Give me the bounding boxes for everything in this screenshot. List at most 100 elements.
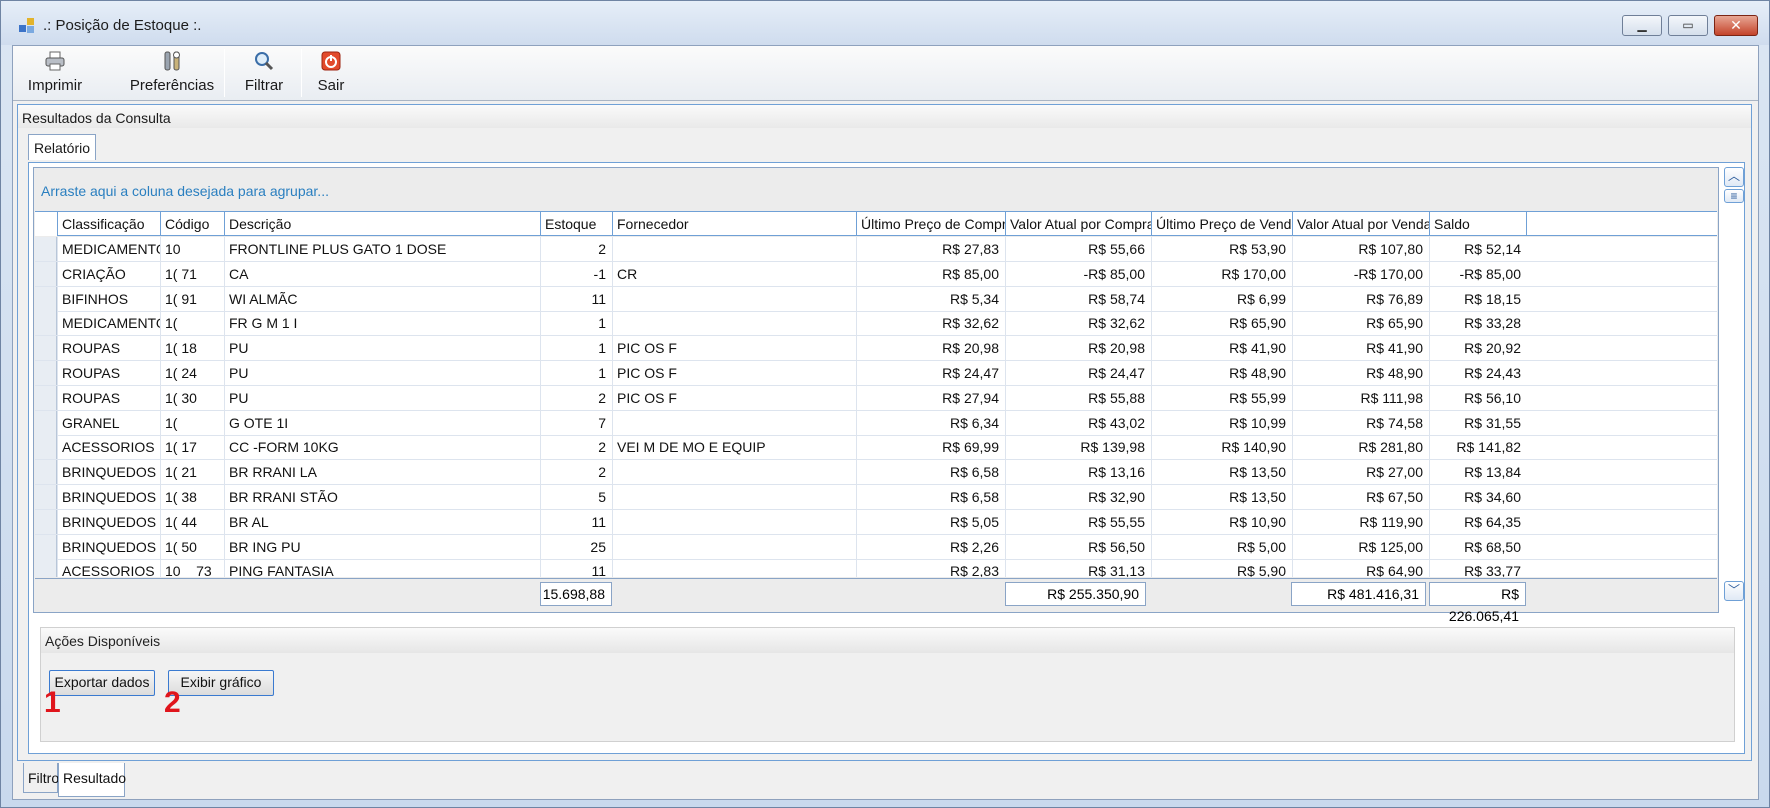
cell-valor-atual-compra[interactable]: R$ 20,98	[1005, 336, 1151, 361]
cell-valor-atual-compra[interactable]: R$ 55,55	[1005, 509, 1151, 534]
filter-button[interactable]: Filtrar	[239, 46, 289, 101]
scroll-down-button[interactable]: ﹀	[1724, 581, 1744, 601]
table-row[interactable]: BRINQUEDOS 1( 21 BR RRANI LA 2 R$ 6,58 R$ 13,…	[35, 460, 1717, 486]
cell-valor-atual-venda[interactable]: R$ 74,58	[1292, 410, 1429, 435]
header-ultimo-preco-venda[interactable]: Último Preço de Venda	[1151, 212, 1292, 236]
table-row[interactable]: BRINQUEDOS 1( 38 BR RRANI STÃO 5 R$ 6,58 R$ 3…	[35, 485, 1717, 510]
print-button[interactable]: Imprimir	[23, 46, 87, 101]
cell-ultimo-preco-venda[interactable]: R$ 6,99	[1151, 286, 1292, 311]
header-saldo[interactable]: Saldo	[1429, 212, 1527, 236]
table-row[interactable]: MEDICAMENTOS10FRONTLINE PLUS GATO 1 DOSE…	[35, 237, 1717, 262]
cell-ultimo-preco-venda[interactable]: R$ 140,90	[1151, 435, 1292, 460]
cell-codigo[interactable]: 1( 30	[160, 385, 224, 410]
cell-valor-atual-venda[interactable]: R$ 125,00	[1292, 534, 1429, 559]
header-fornecedor[interactable]: Fornecedor	[612, 212, 856, 236]
cell-ultimo-preco-compra[interactable]: R$ 20,98	[856, 336, 1005, 361]
cell-descricao[interactable]: PU	[224, 361, 540, 385]
exit-button[interactable]: Sair	[311, 46, 351, 101]
cell-fornecedor[interactable]	[612, 485, 856, 509]
cell-ultimo-preco-venda[interactable]: R$ 48,90	[1151, 361, 1292, 385]
cell-codigo[interactable]: 1(	[160, 410, 224, 435]
cell-ultimo-preco-venda[interactable]: R$ 41,90	[1151, 336, 1292, 361]
header-classificacao[interactable]: Classificação	[57, 212, 160, 236]
cell-valor-atual-venda[interactable]: R$ 27,00	[1292, 460, 1429, 485]
preferences-button[interactable]: Preferências	[117, 46, 227, 101]
cell-saldo[interactable]: -R$ 85,00	[1429, 261, 1527, 286]
scroll-up-button[interactable]: ︿	[1724, 167, 1744, 187]
cell-valor-atual-venda[interactable]: -R$ 170,00	[1292, 261, 1429, 286]
cell-ultimo-preco-venda[interactable]: R$ 65,90	[1151, 311, 1292, 336]
table-row[interactable]: GRANEL 1(G OTE 1I 7 R$ 6,34 R$ 43,02 R$ 10,99…	[35, 410, 1717, 436]
header-ultimo-preco-compra[interactable]: Último Preço de Compra	[856, 212, 1005, 236]
show-chart-button[interactable]: Exibir gráfico	[168, 670, 274, 696]
cell-valor-atual-compra[interactable]: R$ 55,66	[1005, 237, 1151, 261]
cell-descricao[interactable]: BR ING PU	[224, 534, 540, 559]
row-indicator[interactable]	[35, 460, 57, 485]
cell-codigo[interactable]: 1( 18	[160, 336, 224, 361]
cell-fornecedor[interactable]: PIC OS F	[612, 385, 856, 410]
cell-fornecedor[interactable]	[612, 559, 856, 577]
cell-codigo[interactable]: 1(	[160, 311, 224, 336]
cell-ultimo-preco-venda[interactable]: R$ 10,90	[1151, 509, 1292, 534]
cell-codigo[interactable]: 1( 71	[160, 261, 224, 286]
cell-valor-atual-compra[interactable]: R$ 56,50	[1005, 534, 1151, 559]
cell-saldo[interactable]: R$ 141,82	[1429, 435, 1527, 460]
cell-ultimo-preco-venda[interactable]: R$ 53,90	[1151, 237, 1292, 261]
cell-ultimo-preco-compra[interactable]: R$ 6,58	[856, 485, 1005, 509]
cell-estoque[interactable]: 2	[540, 237, 612, 261]
cell-ultimo-preco-compra[interactable]: R$ 27,83	[856, 237, 1005, 261]
cell-descricao[interactable]: CA	[224, 261, 540, 286]
table-row[interactable]: ROUPAS 1( 24 PU 1 PIC OS F R$ 24,47 R$ 24,47 R$…	[35, 361, 1717, 386]
cell-ultimo-preco-venda[interactable]: R$ 55,99	[1151, 385, 1292, 410]
cell-codigo[interactable]: 10__73	[160, 559, 224, 577]
cell-classificacao[interactable]: GRANEL	[57, 410, 160, 435]
cell-ultimo-preco-compra[interactable]: R$ 27,94	[856, 385, 1005, 410]
cell-valor-atual-venda[interactable]: R$ 67,50	[1292, 485, 1429, 509]
cell-codigo[interactable]: 1( 21	[160, 460, 224, 485]
cell-fornecedor[interactable]	[612, 410, 856, 435]
cell-fornecedor[interactable]	[612, 534, 856, 559]
cell-codigo[interactable]: 1( 44	[160, 509, 224, 534]
table-row[interactable]: MEDICAMENTOS1(FR G M 1 I1 R$ 32,62R$ 32,6…	[35, 311, 1717, 337]
row-indicator[interactable]	[35, 485, 57, 509]
cell-descricao[interactable]: PU	[224, 385, 540, 410]
table-row[interactable]: ROUPAS 1( 30 PU 2 PIC OS F R$ 27,94 R$ 55,88 R$…	[35, 385, 1717, 411]
cell-valor-atual-compra[interactable]: R$ 31,13	[1005, 559, 1151, 577]
cell-ultimo-preco-compra[interactable]: R$ 24,47	[856, 361, 1005, 385]
vertical-scrollbar[interactable]: ︿ ≡ ﹀	[1724, 167, 1744, 613]
cell-classificacao[interactable]: ROUPAS	[57, 336, 160, 361]
cell-saldo[interactable]: R$ 56,10	[1429, 385, 1527, 410]
cell-ultimo-preco-compra[interactable]: R$ 2,26	[856, 534, 1005, 559]
cell-classificacao[interactable]: MEDICAMENTOS	[57, 311, 160, 336]
cell-saldo[interactable]: R$ 20,92	[1429, 336, 1527, 361]
table-row[interactable]: ROUPAS 1( 18 PU 1 PIC OS F R$ 20,98 R$ 20,98 R$…	[35, 336, 1717, 362]
close-button[interactable]: ✕	[1714, 15, 1758, 36]
cell-ultimo-preco-compra[interactable]: R$ 32,62	[856, 311, 1005, 336]
row-indicator[interactable]	[35, 311, 57, 336]
cell-estoque[interactable]: 11	[540, 286, 612, 311]
cell-valor-atual-compra[interactable]: R$ 55,88	[1005, 385, 1151, 410]
cell-ultimo-preco-compra[interactable]: R$ 85,00	[856, 261, 1005, 286]
cell-saldo[interactable]: R$ 18,15	[1429, 286, 1527, 311]
header-valor-atual-compra[interactable]: Valor Atual por Compra	[1005, 212, 1151, 236]
cell-ultimo-preco-venda[interactable]: R$ 13,50	[1151, 460, 1292, 485]
row-indicator[interactable]	[35, 534, 57, 559]
cell-ultimo-preco-compra[interactable]: R$ 69,99	[856, 435, 1005, 460]
cell-codigo[interactable]: 10	[160, 237, 224, 261]
export-data-button[interactable]: Exportar dados	[49, 670, 155, 696]
cell-estoque[interactable]: 1	[540, 361, 612, 385]
header-estoque[interactable]: Estoque	[540, 212, 612, 236]
cell-valor-atual-compra[interactable]: R$ 24,47	[1005, 361, 1151, 385]
cell-estoque[interactable]: 1	[540, 311, 612, 336]
cell-classificacao[interactable]: ROUPAS	[57, 361, 160, 385]
cell-classificacao[interactable]: BRINQUEDOS	[57, 534, 160, 559]
cell-saldo[interactable]: R$ 52,14	[1429, 237, 1527, 261]
cell-estoque[interactable]: 1	[540, 336, 612, 361]
title-bar[interactable]: .: Posição de Estoque :. ▁ ▭ ✕	[1, 1, 1769, 45]
cell-classificacao[interactable]: CRIAÇÃO	[57, 261, 160, 286]
cell-valor-atual-venda[interactable]: R$ 65,90	[1292, 311, 1429, 336]
row-indicator[interactable]	[35, 559, 57, 577]
tab-filtro[interactable]: Filtro	[23, 763, 59, 793]
cell-estoque[interactable]: -1	[540, 261, 612, 286]
cell-fornecedor[interactable]: PIC OS F	[612, 336, 856, 361]
